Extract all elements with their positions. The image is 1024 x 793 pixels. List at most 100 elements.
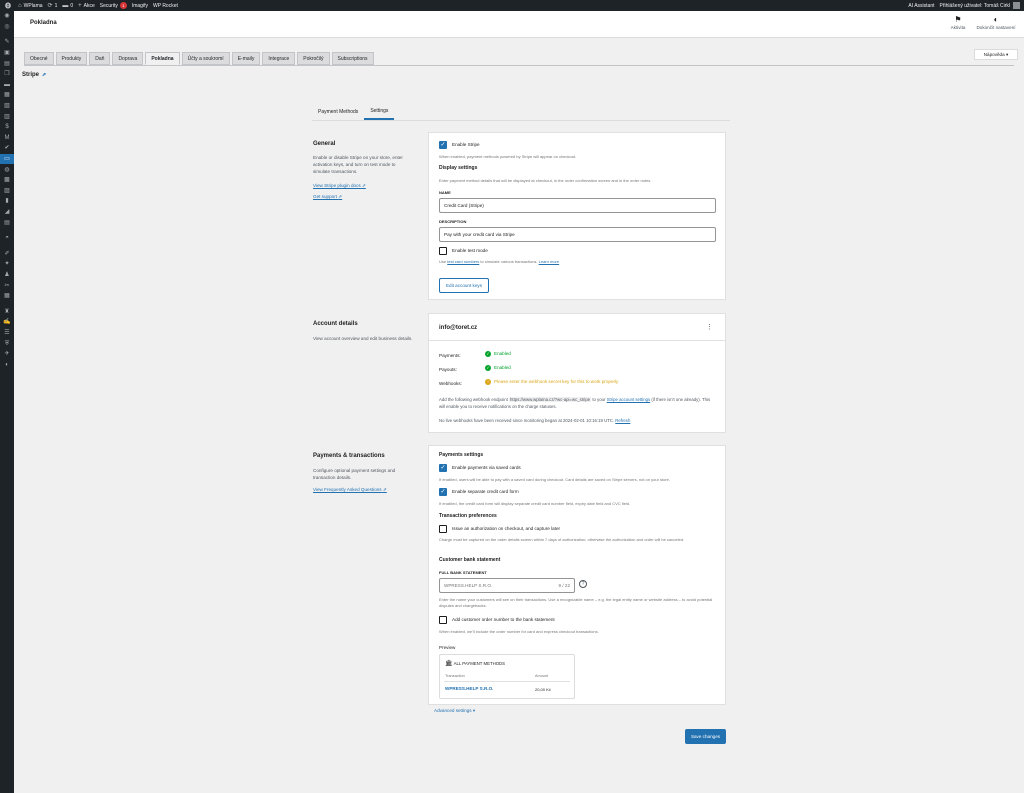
comments-link[interactable]: ▬ 0 bbox=[62, 3, 73, 9]
get-support-link[interactable]: Get support ⇗ bbox=[313, 194, 342, 200]
marketing-icon[interactable]: ◢ bbox=[0, 207, 14, 218]
account-title: Account details bbox=[313, 321, 358, 327]
copy-icon[interactable]: ❐ bbox=[0, 69, 14, 80]
tab-0[interactable]: Obecné bbox=[24, 52, 54, 65]
name-input[interactable]: Credit Card (Stripe) bbox=[439, 198, 716, 213]
external-link-icon: ⇗ bbox=[361, 183, 366, 188]
wp-rocket-link[interactable]: WP Rocket bbox=[153, 3, 178, 9]
stats-icon[interactable]: ▮ bbox=[0, 196, 14, 207]
woocommerce-icon[interactable]: ▭ bbox=[0, 153, 14, 165]
pin-icon[interactable]: ✎ bbox=[0, 37, 14, 48]
comment-icon: ▬ bbox=[62, 2, 69, 9]
tab-5[interactable]: Účty a soukromí bbox=[181, 52, 230, 65]
collapse-menu-icon[interactable]: ◐ bbox=[0, 359, 14, 370]
enable-stripe-label: Enable Stripe bbox=[452, 142, 480, 147]
tab-6[interactable]: E-maily bbox=[231, 52, 261, 65]
settings-icon[interactable]: ▦ bbox=[0, 291, 14, 302]
imagify-link[interactable]: Imagify bbox=[132, 3, 148, 9]
tab-7[interactable]: Integrace bbox=[262, 52, 296, 65]
rocket-icon[interactable]: ✈ bbox=[0, 349, 14, 360]
grid-icon[interactable]: ▥ bbox=[0, 111, 14, 122]
home-icon: ⌂ bbox=[18, 2, 22, 9]
add-order-number-help: When enabled, we'll include the order nu… bbox=[439, 629, 599, 634]
edit-account-keys-button[interactable]: Edit account keys bbox=[439, 278, 489, 293]
view-docs-link[interactable]: View Stripe plugin docs ⇗ bbox=[313, 183, 366, 189]
saved-cards-checkbox[interactable]: ✓ bbox=[439, 464, 447, 472]
enable-stripe-checkbox[interactable]: ✓ bbox=[439, 141, 447, 149]
more-options-icon[interactable]: ⋮ bbox=[706, 323, 713, 331]
site-name-link[interactable]: ⌂ WPlama bbox=[18, 3, 43, 9]
chevron-down-icon: ▾ bbox=[472, 708, 476, 713]
learn-more-link[interactable]: Learn more bbox=[539, 259, 559, 264]
notes-icon[interactable]: ▧ bbox=[0, 101, 14, 112]
separate-form-checkbox[interactable]: ✓ bbox=[439, 488, 447, 496]
payments-icon[interactable]: ▩ bbox=[0, 175, 14, 186]
settings-tabs: Obecné Produkty Daň Doprava Pokladna Účty a s… bbox=[24, 52, 376, 65]
help-icon[interactable]: ? bbox=[579, 580, 587, 588]
preview-divider bbox=[444, 681, 570, 682]
authorize-capture-checkbox[interactable] bbox=[439, 525, 447, 533]
general-desc: Enable or disable Stripe on your store, … bbox=[313, 155, 403, 174]
help-button[interactable]: Nápověda ▾ bbox=[974, 49, 1018, 60]
test-card-numbers-link[interactable]: test card numbers bbox=[447, 259, 479, 264]
users-icon[interactable]: ♟ bbox=[0, 270, 14, 281]
layout-icon[interactable]: ▤ bbox=[0, 217, 14, 228]
brush-icon[interactable]: ✐ bbox=[0, 248, 14, 259]
ai-icon[interactable]: ◎ bbox=[0, 22, 14, 33]
add-order-number-checkbox[interactable] bbox=[439, 616, 447, 624]
list-icon[interactable]: ☰ bbox=[0, 328, 14, 339]
tab-1[interactable]: Produkty bbox=[55, 52, 88, 65]
plugins-icon[interactable]: ✦ bbox=[0, 259, 14, 270]
test-mode-checkbox[interactable] bbox=[439, 247, 447, 255]
user-account-link[interactable]: Přihlášený uživatel: Tomáš Cirkl bbox=[940, 2, 1024, 9]
products-icon[interactable]: ◍ bbox=[0, 164, 14, 175]
dashboard-icon[interactable]: ◉ bbox=[0, 11, 14, 22]
finish-setup-button[interactable]: ◐ Dokončit nastavení bbox=[976, 15, 1016, 30]
external-link-icon[interactable]: ⇗ bbox=[42, 72, 46, 78]
description-input[interactable]: Pay with your credit card via Stripe bbox=[439, 227, 716, 242]
mail-icon[interactable]: M bbox=[0, 133, 14, 144]
security-link[interactable]: Security 1 bbox=[100, 2, 127, 9]
plus-icon: + bbox=[78, 2, 82, 9]
edit-icon[interactable]: ✍ bbox=[0, 317, 14, 328]
preview-amount: 20,00 Kč bbox=[535, 687, 551, 692]
dollar-icon[interactable]: $ bbox=[0, 122, 14, 133]
security-icon[interactable]: ⛨ bbox=[0, 338, 14, 349]
save-changes-button[interactable]: Save changes bbox=[685, 729, 726, 744]
preview-label: Preview bbox=[439, 645, 456, 650]
comments-icon[interactable]: ▬ bbox=[0, 80, 14, 91]
payments-settings-title: Payments settings bbox=[439, 452, 484, 458]
separate-form-help: If enabled, the credit card form will di… bbox=[439, 501, 631, 506]
faq-link[interactable]: View Frequently Asked Questions ⇗ bbox=[313, 487, 387, 493]
tab-4[interactable]: Pokladna bbox=[145, 52, 180, 65]
shield-icon[interactable]: ♜ bbox=[0, 306, 14, 317]
subtab-settings[interactable]: Settings bbox=[364, 103, 395, 120]
subtab-payment-methods[interactable]: Payment Methods bbox=[312, 103, 364, 120]
pages-icon[interactable]: ▤ bbox=[0, 58, 14, 69]
advanced-settings-link[interactable]: Advanced settings ▾ bbox=[434, 708, 475, 714]
general-card: ✓ Enable Stripe When enabled, payment me… bbox=[428, 132, 726, 300]
forms-icon[interactable]: ▦ bbox=[0, 90, 14, 101]
stripe-account-settings-link[interactable]: Stripe account settings bbox=[607, 397, 650, 402]
updates-link[interactable]: ⟳ 1 bbox=[48, 2, 58, 10]
refresh-link[interactable]: Refresh bbox=[615, 418, 630, 423]
tab-9[interactable]: Subscriptions bbox=[331, 52, 374, 65]
check-icon[interactable]: ✔ bbox=[0, 143, 14, 154]
media-icon[interactable]: ▣ bbox=[0, 48, 14, 59]
payments-card: Payments settings ✓ Enable payments via … bbox=[428, 445, 726, 705]
bank-statement-input[interactable]: WPRESS.HELP S.R.O. 9 / 22 bbox=[439, 578, 575, 593]
tab-2[interactable]: Daň bbox=[89, 52, 111, 65]
webhooks-label: Webhooks: bbox=[439, 381, 462, 386]
new-content-link[interactable]: + Akce bbox=[78, 3, 95, 9]
eye-icon[interactable]: ◓ bbox=[0, 233, 14, 244]
analytics-icon[interactable]: ▨ bbox=[0, 186, 14, 197]
activity-button[interactable]: ⚑ Aktivita bbox=[938, 15, 978, 30]
tab-3[interactable]: Doprava bbox=[112, 52, 144, 65]
wp-logo-menu[interactable]: ⓿ bbox=[5, 1, 13, 10]
ai-assistant-link[interactable]: AI Assistant bbox=[908, 3, 934, 9]
payouts-status: ✓ Enabled bbox=[485, 365, 511, 371]
main-content: Pokladna ⚑ Aktivita ◐ Dokončit nastavení… bbox=[14, 11, 1024, 793]
tab-8[interactable]: Pokročilý bbox=[297, 52, 330, 65]
preview-heading: 🏛 ALL PAYMENT METHODS bbox=[445, 661, 506, 667]
tools-icon[interactable]: ✂ bbox=[0, 280, 14, 291]
